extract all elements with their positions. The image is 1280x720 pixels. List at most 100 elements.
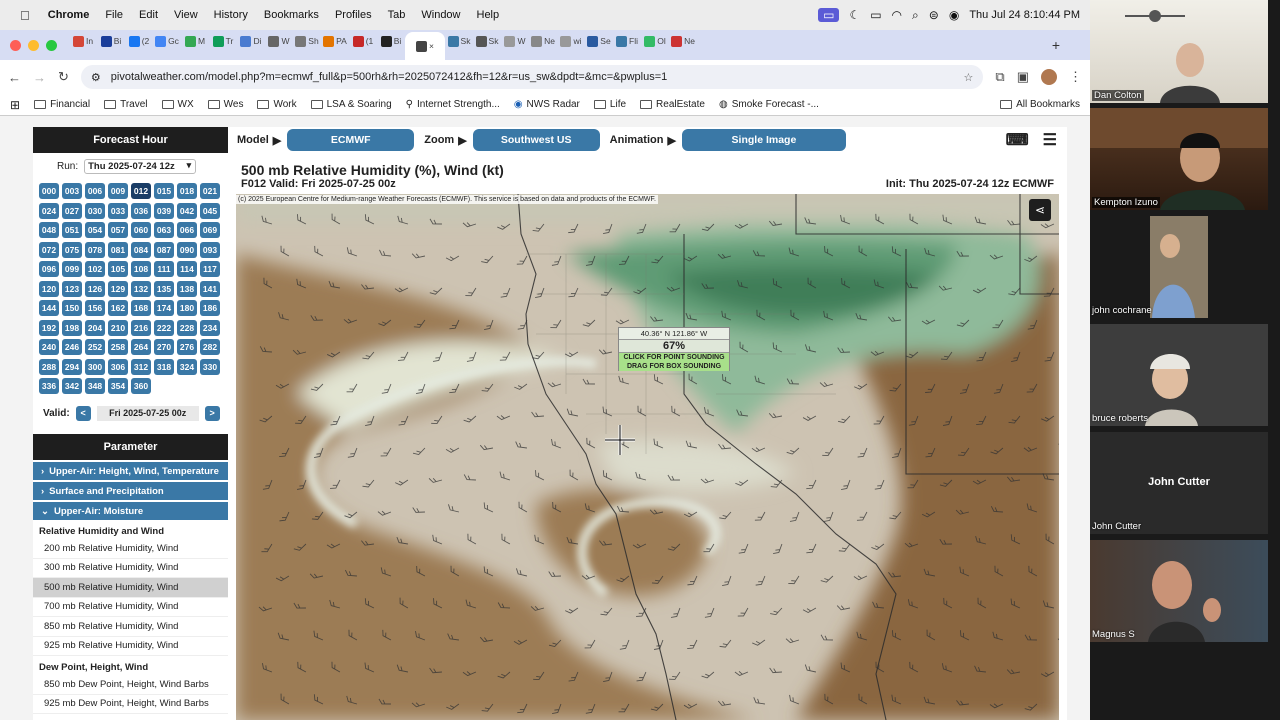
do-not-disturb-icon[interactable]: ☾ — [849, 8, 860, 22]
forecast-hour-button[interactable]: 036 — [131, 202, 151, 219]
forecast-hour-button[interactable]: 174 — [154, 300, 174, 316]
point-sounding-popup[interactable]: 40.36° N 121.86° W 67% CLICK FOR POINT S… — [618, 327, 730, 371]
forecast-hour-button[interactable]: 210 — [108, 319, 128, 336]
forecast-hour-button[interactable]: 072 — [39, 241, 59, 258]
participant-tile-1[interactable]: Kempton Izuno — [1090, 108, 1268, 210]
tab-19[interactable]: Fli — [613, 30, 641, 52]
menu-tab[interactable]: Tab — [380, 9, 414, 21]
bookmark-lsa-soaring[interactable]: LSA & Soaring — [310, 99, 392, 110]
tab-14[interactable]: Sk — [473, 30, 501, 52]
forecast-hour-button[interactable]: 120 — [39, 280, 59, 297]
parameter-item[interactable]: 925 mb Dew Point, Height, Wind Barbs — [33, 695, 228, 714]
forecast-hour-button[interactable]: 162 — [108, 300, 128, 316]
forecast-hour-button[interactable]: 024 — [39, 202, 59, 219]
tab-8[interactable]: Sh — [293, 30, 321, 52]
bookmark-work[interactable]: Work — [257, 99, 297, 110]
forecast-hour-button[interactable]: 282 — [200, 339, 220, 355]
forecast-hour-button[interactable]: 111 — [154, 261, 174, 277]
forecast-hour-button[interactable]: 276 — [177, 339, 197, 355]
forecast-hour-button[interactable]: 033 — [108, 202, 128, 219]
forecast-hour-button[interactable]: 129 — [108, 280, 128, 297]
tab-6[interactable]: Di — [237, 30, 265, 52]
menu-clock[interactable]: Thu Jul 24 8:10:44 PM — [969, 9, 1080, 21]
forecast-hour-button[interactable]: 066 — [177, 222, 197, 238]
participant-tile-4[interactable]: John Cutter John Cutter — [1090, 432, 1268, 534]
next-hour-button[interactable]: > — [204, 405, 220, 421]
forecast-hour-button[interactable]: 324 — [177, 358, 197, 375]
forecast-hour-button[interactable]: 006 — [85, 183, 105, 199]
tab-10[interactable]: (1 — [349, 30, 377, 52]
back-arrow-icon[interactable]: ← — [8, 70, 21, 85]
forecast-hour-button[interactable]: 012 — [131, 183, 151, 199]
tab-18[interactable]: Se — [585, 30, 613, 52]
forecast-hour-button[interactable]: 348 — [85, 378, 105, 394]
previous-hour-button[interactable]: < — [75, 405, 91, 421]
forecast-hour-button[interactable]: 021 — [200, 183, 220, 199]
participant-tile-3[interactable]: bruce roberts — [1090, 324, 1268, 426]
forecast-hour-button[interactable]: 039 — [154, 202, 174, 219]
model-select-button[interactable]: ECMWF — [287, 129, 415, 151]
tab-15[interactable]: W — [501, 30, 529, 52]
forecast-hour-button[interactable]: 168 — [131, 300, 151, 316]
close-window-button[interactable] — [10, 39, 21, 51]
tab-close-icon[interactable]: × — [429, 41, 434, 51]
forecast-hour-button[interactable]: 198 — [62, 319, 82, 336]
forecast-hour-button[interactable]: 234 — [200, 319, 220, 336]
apple-menu-icon[interactable]:  — [10, 8, 40, 23]
forecast-hour-button[interactable]: 057 — [108, 222, 128, 238]
bookmark-internet-strength[interactable]: ⚲ Internet Strength... — [406, 99, 500, 110]
apps-grid-icon[interactable]: ⊞ — [10, 98, 20, 112]
category-upper-air-height[interactable]: › Upper-Air: Height, Wind, Temperature — [33, 462, 228, 480]
tab-4[interactable]: M — [181, 30, 209, 52]
menu-bookmarks[interactable]: Bookmarks — [256, 9, 327, 21]
forecast-hour-button[interactable]: 069 — [200, 222, 220, 238]
forecast-hour-button[interactable]: 144 — [39, 300, 59, 316]
forecast-hour-button[interactable]: 027 — [62, 202, 82, 219]
forecast-hour-button[interactable]: 030 — [85, 202, 105, 219]
forecast-hour-button[interactable]: 081 — [108, 241, 128, 258]
bookmark-wes[interactable]: Wes — [207, 99, 243, 110]
zoom-window-button[interactable] — [46, 39, 57, 51]
forecast-hour-button[interactable]: 090 — [177, 241, 197, 258]
forecast-hour-button[interactable]: 009 — [108, 183, 128, 199]
menu-file[interactable]: File — [97, 9, 131, 21]
forecast-hour-button[interactable]: 000 — [39, 183, 59, 199]
forecast-hour-button[interactable]: 156 — [85, 300, 105, 316]
bookmark-nws-radar[interactable]: ◉ NWS Radar — [514, 99, 580, 110]
run-select[interactable]: Thu 2025-07-24 12z — [84, 158, 197, 174]
bookmark-financial[interactable]: Financial — [34, 99, 90, 110]
all-bookmarks[interactable]: All Bookmarks — [1000, 99, 1080, 110]
forecast-hour-button[interactable]: 270 — [154, 339, 174, 355]
forecast-hour-button[interactable]: 354 — [108, 378, 128, 394]
forecast-hour-button[interactable]: 141 — [200, 280, 220, 297]
category-surface-precip[interactable]: › Surface and Precipitation — [33, 482, 228, 500]
parameter-item[interactable]: 850 mb Dew Point, Height, Wind Barbs — [33, 675, 228, 695]
forecast-hour-button[interactable]: 264 — [131, 339, 151, 355]
forecast-hour-button[interactable]: 306 — [108, 358, 128, 375]
forecast-hour-button[interactable]: 252 — [85, 339, 105, 355]
forecast-hour-button[interactable]: 084 — [131, 241, 151, 258]
url-field[interactable]: ⚙ pivotalweather.com/model.php?m=ecmwf_f… — [80, 65, 984, 89]
forecast-hour-button[interactable]: 192 — [39, 319, 59, 336]
battery-icon[interactable]: ▭ — [870, 8, 881, 22]
forecast-hour-button[interactable]: 216 — [131, 319, 151, 336]
forecast-hour-button[interactable]: 096 — [39, 261, 59, 277]
tab-17[interactable]: wi — [557, 30, 585, 52]
keyboard-icon[interactable]: ⌨ — [1006, 130, 1029, 150]
tab-3[interactable]: Gc — [153, 30, 181, 52]
bookmark-star-icon[interactable]: ☆ — [964, 71, 974, 84]
tab-20[interactable]: Ol — [641, 30, 669, 52]
forecast-hour-button[interactable]: 222 — [154, 319, 174, 336]
forecast-hour-button[interactable]: 135 — [154, 280, 174, 297]
forecast-hour-button[interactable]: 042 — [177, 202, 197, 219]
forecast-hour-button[interactable]: 102 — [85, 261, 105, 277]
animation-select-button[interactable]: Single Image — [681, 129, 846, 151]
parameter-item[interactable]: 300 mb Relative Humidity, Wind — [33, 559, 228, 578]
screen-share-icon[interactable]: ▭ — [818, 8, 840, 22]
forecast-hour-button[interactable]: 054 — [85, 222, 105, 238]
forecast-hour-button[interactable]: 051 — [62, 222, 82, 238]
parameter-item[interactable]: 700 mb Relative Humidity, Wind — [33, 598, 228, 617]
new-tab-button[interactable]: + — [1052, 37, 1060, 53]
forecast-hour-button[interactable]: 360 — [131, 378, 151, 394]
chrome-menu-icon[interactable]: ⋮ — [1069, 69, 1082, 85]
